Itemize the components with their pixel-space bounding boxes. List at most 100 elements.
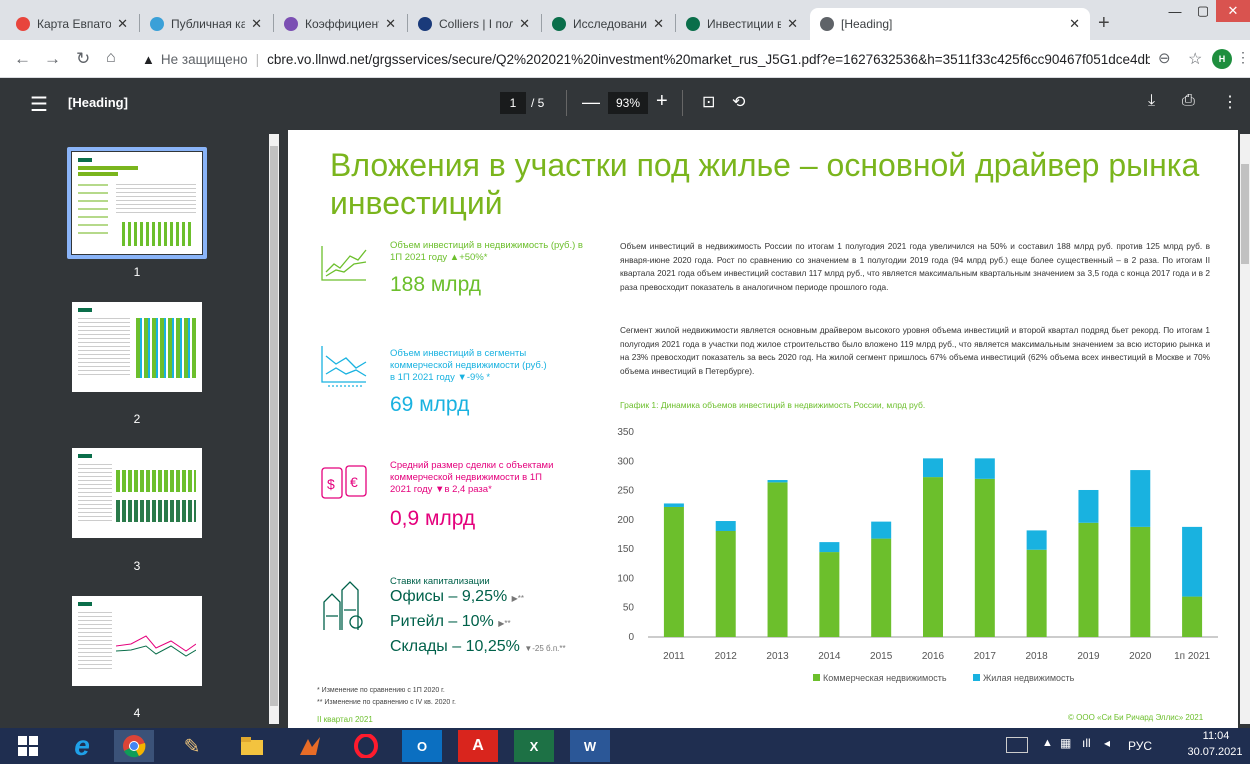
- close-tab-icon[interactable]: ✕: [653, 16, 664, 32]
- paint-icon[interactable]: ✎: [172, 730, 212, 762]
- browser-tab[interactable]: Инвестиции в нед ✕: [676, 8, 808, 40]
- profile-avatar[interactable]: H: [1212, 49, 1232, 69]
- thumbnail-page-2[interactable]: [72, 302, 202, 392]
- thumbnail-page-3[interactable]: [72, 448, 202, 538]
- page-number-input[interactable]: 1: [500, 92, 526, 114]
- globe-icon: [820, 17, 834, 31]
- legend-label: Жилая недвижимость: [983, 673, 1075, 683]
- legend-swatch: [973, 674, 980, 681]
- y-tick-label: 100: [617, 573, 634, 584]
- zoom-level-input[interactable]: 93%: [608, 92, 648, 114]
- pdf-title: [Heading]: [68, 95, 128, 110]
- opera-icon[interactable]: [346, 730, 386, 762]
- not-secure-label: Не защищено: [160, 51, 248, 67]
- zoom-out-button[interactable]: —: [582, 92, 600, 113]
- chrome-icon[interactable]: [114, 730, 154, 762]
- bar-commercial: [923, 477, 943, 637]
- excel-icon[interactable]: X: [514, 730, 554, 762]
- thumbnail-page-4[interactable]: [72, 596, 202, 686]
- bar-residential: [767, 480, 788, 483]
- bar-commercial: [974, 478, 995, 637]
- word-icon[interactable]: W: [570, 730, 610, 762]
- url-field[interactable]: ▲ Не защищено | cbre.vo.llnwd.net/grgsse…: [142, 47, 1150, 71]
- clock-date[interactable]: 30.07.2021: [1184, 746, 1246, 758]
- x-tick-label: 2013: [766, 651, 789, 662]
- browser-tab-title: Коэффициенты ка: [305, 17, 379, 31]
- signal-icon[interactable]: ıll: [1082, 736, 1091, 750]
- restore-button[interactable]: ▢: [1190, 0, 1216, 22]
- bar-commercial: [1078, 522, 1099, 637]
- cap-rate-offices-note: ▶**: [511, 594, 525, 603]
- browser-tab[interactable]: Colliers | I полугод ✕: [408, 8, 540, 40]
- y-tick-label: 300: [617, 456, 634, 467]
- thumbnail-page-1[interactable]: [72, 152, 202, 254]
- close-tab-icon[interactable]: ✕: [385, 16, 396, 32]
- network-icon[interactable]: ▦: [1060, 736, 1071, 750]
- download-icon[interactable]: ⤓: [1148, 92, 1155, 110]
- bar-residential: [1026, 530, 1047, 550]
- close-tab-icon[interactable]: ✕: [519, 16, 530, 32]
- internet-explorer-icon[interactable]: e: [62, 730, 102, 762]
- print-icon[interactable]: ⎙: [1182, 92, 1195, 110]
- page-total: / 5: [531, 96, 545, 110]
- close-tab-icon[interactable]: ✕: [787, 16, 798, 32]
- close-tab-icon[interactable]: ✕: [1069, 16, 1080, 32]
- close-tab-icon[interactable]: ✕: [117, 16, 128, 32]
- bar-commercial: [1130, 526, 1151, 637]
- page-scrollbar[interactable]: [1240, 134, 1250, 724]
- cap-rates-label: Ставки капитализации: [390, 576, 490, 587]
- commercial-trend-icon: [321, 346, 367, 387]
- y-tick-label: 250: [617, 486, 634, 497]
- forward-icon[interactable]: →: [44, 49, 61, 69]
- tab-separator: [273, 14, 274, 32]
- windows-start-icon[interactable]: [8, 730, 48, 762]
- bar-residential: [974, 458, 995, 479]
- zoom-icon[interactable]: ⊖: [1158, 49, 1171, 67]
- clock-time[interactable]: 11:04: [1188, 730, 1244, 742]
- browser-tab[interactable]: Публичная кадастр ✕: [140, 8, 272, 40]
- cap-rate-retail: Ритейл – 10%: [390, 613, 494, 630]
- new-tab-button[interactable]: +: [1098, 12, 1110, 35]
- hamburger-menu-icon[interactable]: ☰: [30, 92, 48, 117]
- close-window-button[interactable]: ✕: [1216, 0, 1250, 22]
- bar-residential: [819, 542, 840, 553]
- sidebar-scrollbar[interactable]: [269, 134, 279, 724]
- outlook-icon[interactable]: O: [402, 730, 442, 762]
- y-tick-label: 200: [617, 515, 634, 526]
- keyboard-icon[interactable]: [1006, 737, 1028, 753]
- bookmark-star-icon[interactable]: ☆: [1188, 49, 1202, 69]
- minimize-button[interactable]: —: [1160, 0, 1190, 22]
- legend-swatch: [813, 674, 820, 681]
- bar-residential: [1130, 470, 1151, 527]
- rotate-icon[interactable]: ⟲: [732, 92, 745, 112]
- browser-tab[interactable]: Карта Евпатории с ✕: [6, 8, 138, 40]
- fit-page-icon[interactable]: ⊡: [702, 92, 715, 112]
- acrobat-icon[interactable]: A: [458, 730, 498, 762]
- more-options-icon[interactable]: ⋮: [1222, 92, 1238, 112]
- home-icon[interactable]: ⌂: [106, 49, 116, 67]
- reload-icon[interactable]: ↻: [76, 49, 90, 69]
- tray-expand-icon[interactable]: ▲: [1042, 737, 1053, 749]
- browser-tab[interactable]: Коэффициенты ка ✕: [274, 8, 406, 40]
- bar-residential: [871, 521, 892, 539]
- language-indicator[interactable]: РУС: [1128, 739, 1152, 753]
- back-icon[interactable]: ←: [14, 49, 31, 69]
- y-tick-label: 350: [617, 427, 634, 438]
- cap-rate-retail-note: ▶**: [498, 619, 511, 628]
- zoom-in-button[interactable]: +: [656, 90, 668, 113]
- close-tab-icon[interactable]: ✕: [251, 16, 262, 32]
- file-explorer-icon[interactable]: [232, 730, 272, 762]
- menu-dots-icon[interactable]: ⋮: [1236, 49, 1250, 66]
- bar-residential: [1182, 526, 1203, 597]
- tab-separator: [541, 14, 542, 32]
- browser-tab-bar: Карта Евпатории с✕Публичная кадастр✕Коэф…: [0, 0, 1250, 40]
- browser-tab[interactable]: [Heading] ✕: [810, 8, 1090, 40]
- browser-tab[interactable]: Исследования ры ✕: [542, 8, 674, 40]
- y-tick-label: 150: [617, 544, 634, 555]
- kpi-deal-size-label: Средний размер сделки с объектами коммер…: [390, 460, 554, 495]
- browser-tab-title: Публичная кадастр: [171, 17, 246, 31]
- kpi-investment-label: Объем инвестиций в недвижимость (руб.) в…: [390, 240, 583, 263]
- x-tick-label: 2019: [1077, 651, 1100, 662]
- matlab-icon[interactable]: [290, 730, 330, 762]
- volume-icon[interactable]: ◂: [1104, 736, 1110, 750]
